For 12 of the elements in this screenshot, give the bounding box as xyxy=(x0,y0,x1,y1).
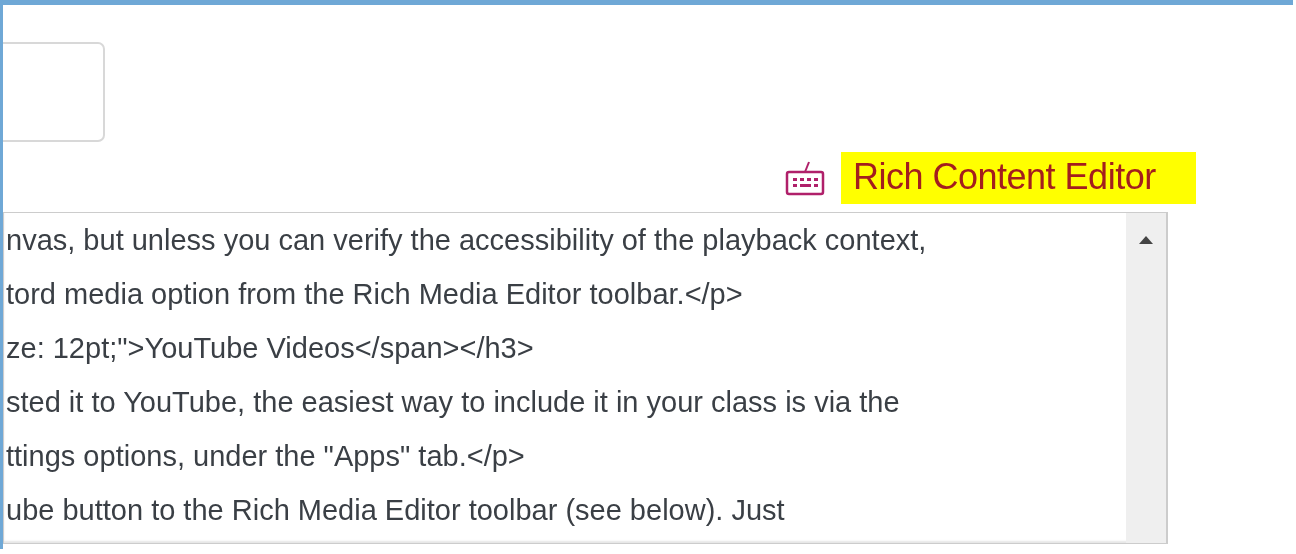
keyboard-icon xyxy=(785,160,825,196)
code-line: nvas, but unless you can verify the accessibility of the playback context, xyxy=(5,223,928,258)
code-line: ube button to the Rich Media Editor toolbar (see below). Just xyxy=(5,493,786,528)
title-input-field[interactable] xyxy=(3,42,105,142)
code-line: sted it to YouTube, the easiest way to include it in your class is via the xyxy=(5,385,901,420)
code-line: tord media option from the Rich Media Editor toolbar.</p> xyxy=(5,277,744,312)
scroll-up-icon[interactable] xyxy=(1139,235,1153,245)
code-line: ze: 12pt;">YouTube Videos</span></h3> xyxy=(5,331,535,366)
code-line: ttings options, under the "Apps" tab.</p> xyxy=(5,439,526,474)
html-editor-textarea[interactable] xyxy=(3,212,1168,544)
scrollbar[interactable] xyxy=(1126,213,1166,543)
rich-content-editor-link[interactable]: Rich Content Editor xyxy=(841,152,1196,204)
